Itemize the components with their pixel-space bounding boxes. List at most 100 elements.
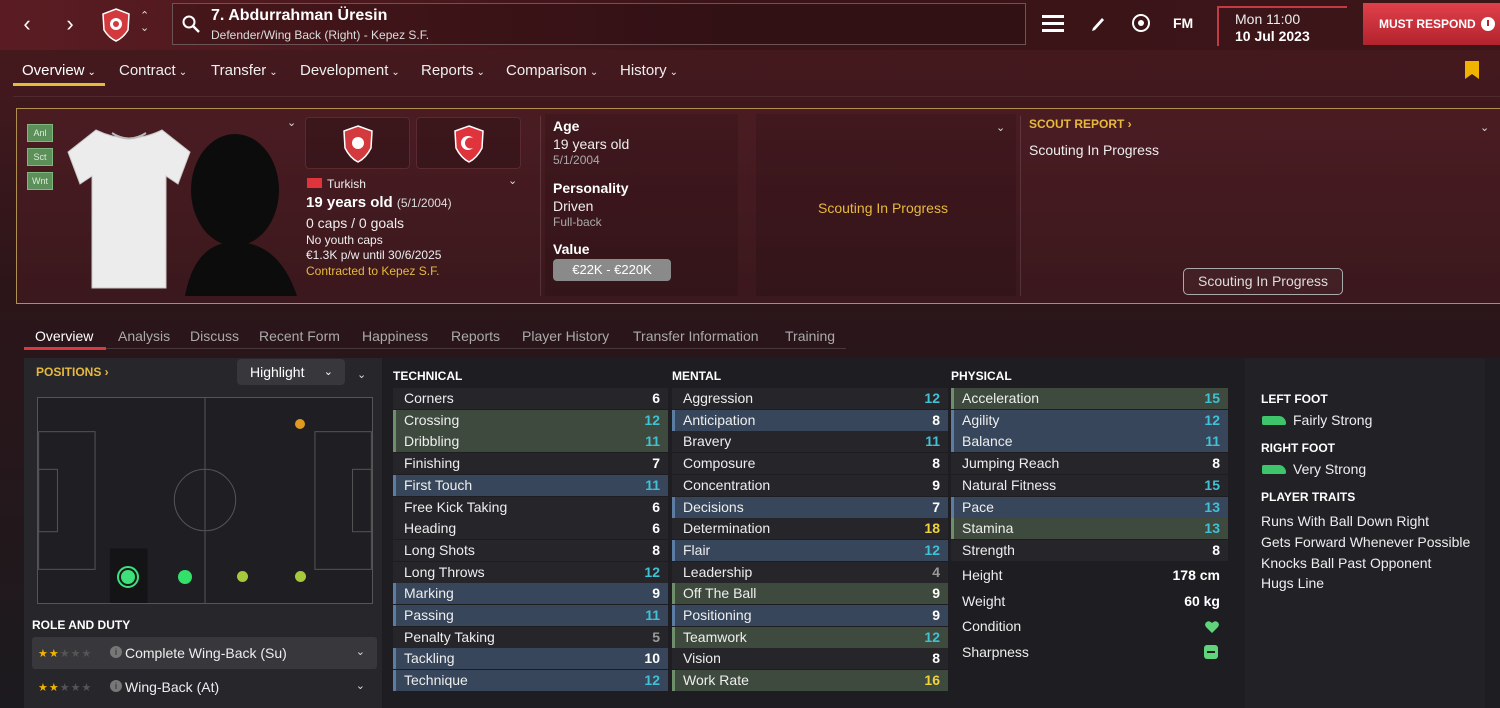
attribute-row[interactable]: Free Kick Taking 6 xyxy=(393,496,668,518)
attribute-value: 8 xyxy=(1212,455,1220,472)
attribute-row[interactable]: Heading 6 xyxy=(393,518,668,540)
attribute-row[interactable]: Corners 6 xyxy=(393,388,668,409)
attribute-row[interactable]: Technique 12 xyxy=(393,670,668,692)
attribute-row[interactable]: Crossing 12 xyxy=(393,409,668,431)
attribute-row[interactable]: Teamwork 12 xyxy=(672,626,948,648)
attribute-row[interactable]: Aggression 12 xyxy=(672,388,948,409)
sub-tab-analysis[interactable]: Analysis xyxy=(118,328,170,344)
search-icon xyxy=(182,15,200,33)
positions-chevron-icon[interactable]: ⌄ xyxy=(357,368,366,381)
position-dot[interactable] xyxy=(178,570,192,584)
physical-extra-row: Weight 60 kg xyxy=(951,591,1228,612)
attribute-row[interactable]: Penalty Taking 5 xyxy=(393,626,668,648)
attribute-row[interactable]: Flair 12 xyxy=(672,539,948,561)
attribute-row[interactable]: Positioning 9 xyxy=(672,605,948,626)
attribute-row[interactable]: Agility 12 xyxy=(951,409,1228,431)
attribute-name: Decisions xyxy=(683,498,744,515)
position-dot[interactable] xyxy=(295,571,306,582)
club-badge-box[interactable] xyxy=(305,117,410,169)
attribute-row[interactable]: Work Rate 16 xyxy=(672,670,948,692)
nation-badge-box[interactable] xyxy=(416,117,521,169)
attribute-value: 12 xyxy=(644,672,660,689)
attribute-row[interactable]: Marking 9 xyxy=(393,583,668,605)
sub-tab-overview[interactable]: Overview xyxy=(35,328,93,344)
nav-tab-label: Overview xyxy=(22,62,85,79)
player-up-down-icon[interactable]: ⌃ ⌄ xyxy=(140,10,149,34)
attribute-row[interactable]: Concentration 9 xyxy=(672,474,948,496)
date-time-box[interactable]: Mon 11:00 10 Jul 2023 xyxy=(1217,6,1347,46)
attribute-row[interactable]: Dribbling 11 xyxy=(393,431,668,453)
sub-tab-training[interactable]: Training xyxy=(785,328,835,344)
attribute-row[interactable]: Passing 11 xyxy=(393,605,668,626)
attribute-row[interactable]: Long Shots 8 xyxy=(393,539,668,561)
highlight-dropdown[interactable]: Highlight ⌄ xyxy=(237,359,345,385)
contract-link[interactable]: Contracted to Kepez S.F. xyxy=(306,264,439,278)
nav-tab-contract[interactable]: Contract ⌄ xyxy=(119,62,187,79)
sub-tab-discuss[interactable]: Discuss xyxy=(190,328,239,344)
sub-tab-reports[interactable]: Reports xyxy=(451,328,500,344)
value-range-pill[interactable]: €22K - €220K xyxy=(553,259,671,281)
attribute-row[interactable]: Natural Fitness 15 xyxy=(951,474,1228,496)
attribute-row[interactable]: Determination 18 xyxy=(672,518,948,540)
nav-tab-history[interactable]: History ⌄ xyxy=(620,62,678,79)
natural-position-dot xyxy=(121,570,135,584)
attribute-row[interactable]: Pace 13 xyxy=(951,496,1228,518)
attribute-name: Condition xyxy=(962,618,1022,634)
fm-logo[interactable]: FM xyxy=(1173,15,1193,31)
bookmark-icon[interactable] xyxy=(1465,61,1479,79)
attribute-row[interactable]: First Touch 11 xyxy=(393,474,668,496)
attribute-row[interactable]: Composure 8 xyxy=(672,453,948,475)
positions-link[interactable]: POSITIONS › xyxy=(36,365,109,379)
attribute-row[interactable]: Long Throws 12 xyxy=(393,561,668,583)
attribute-value: 8 xyxy=(652,541,660,558)
scout-panel-chevron-icon[interactable]: ⌄ xyxy=(1480,121,1489,134)
attribute-row[interactable]: Strength 8 xyxy=(951,539,1228,561)
attribute-row[interactable]: Jumping Reach 8 xyxy=(951,453,1228,475)
attribute-row[interactable]: Decisions 7 xyxy=(672,496,948,518)
attribute-row[interactable]: Vision 8 xyxy=(672,648,948,670)
scouting-button[interactable]: Scouting In Progress xyxy=(1183,268,1343,295)
scout-report-link[interactable]: SCOUT REPORT › xyxy=(1029,117,1132,131)
sub-tab-transfer-information[interactable]: Transfer Information xyxy=(633,328,759,344)
sub-tab-player-history[interactable]: Player History xyxy=(522,328,609,344)
position-dot[interactable] xyxy=(295,419,305,429)
forward-arrow-icon[interactable]: › xyxy=(58,12,82,36)
nav-tab-transfer[interactable]: Transfer ⌄ xyxy=(211,62,278,79)
attribute-row[interactable]: Bravery 11 xyxy=(672,431,948,453)
pitch-diagram[interactable] xyxy=(37,397,373,604)
attribute-row[interactable]: Finishing 7 xyxy=(393,453,668,475)
staff-chip[interactable]: Sct xyxy=(27,148,53,166)
must-respond-button[interactable]: MUST RESPOND xyxy=(1363,3,1500,45)
attribute-row[interactable]: Tackling 10 xyxy=(393,648,668,670)
edit-pencil-icon[interactable] xyxy=(1090,14,1106,37)
staff-chip[interactable]: Wnt xyxy=(27,172,53,190)
role-row[interactable]: ★★★★★ i Wing-Back (At) ⌄ xyxy=(32,671,377,703)
back-arrow-icon[interactable]: ‹ xyxy=(15,12,39,36)
attribute-row[interactable]: Off The Ball 9 xyxy=(672,583,948,605)
nav-tab-development[interactable]: Development ⌄ xyxy=(300,62,400,79)
nav-tab-reports[interactable]: Reports ⌄ xyxy=(421,62,485,79)
attribute-row[interactable]: Anticipation 8 xyxy=(672,409,948,431)
attribute-row[interactable]: Leadership 4 xyxy=(672,561,948,583)
attribute-value: 12 xyxy=(924,541,940,558)
search-box[interactable]: 7. Abdurrahman Üresin Defender/Wing Back… xyxy=(172,3,1026,45)
nav-tab-comparison[interactable]: Comparison ⌄ xyxy=(506,62,598,79)
attribute-row[interactable]: Acceleration 15 xyxy=(951,388,1228,409)
position-dot[interactable] xyxy=(237,571,248,582)
menu-icon[interactable] xyxy=(1042,14,1064,37)
attribute-row[interactable]: Stamina 13 xyxy=(951,518,1228,540)
club-crest-icon[interactable] xyxy=(101,8,131,42)
nav-tab-overview[interactable]: Overview ⌄ xyxy=(22,62,96,79)
attribute-value: 11 xyxy=(645,433,660,450)
details-chevron-icon[interactable]: ⌄ xyxy=(508,174,517,187)
center-panel-chevron-icon[interactable]: ⌄ xyxy=(996,121,1005,134)
attribute-name: Composure xyxy=(683,455,756,472)
staff-chip[interactable]: Anl xyxy=(27,124,53,142)
sub-tab-recent-form[interactable]: Recent Form xyxy=(259,328,340,344)
collapse-chevron-icon[interactable]: ⌄ xyxy=(287,116,296,129)
attribute-row[interactable]: Balance 11 xyxy=(951,431,1228,453)
role-row[interactable]: ★★★★★ i Complete Wing-Back (Su) ⌄ xyxy=(32,637,377,669)
attribute-value: 7 xyxy=(932,498,940,515)
football-globe-icon[interactable] xyxy=(1131,13,1151,38)
sub-tab-happiness[interactable]: Happiness xyxy=(362,328,428,344)
